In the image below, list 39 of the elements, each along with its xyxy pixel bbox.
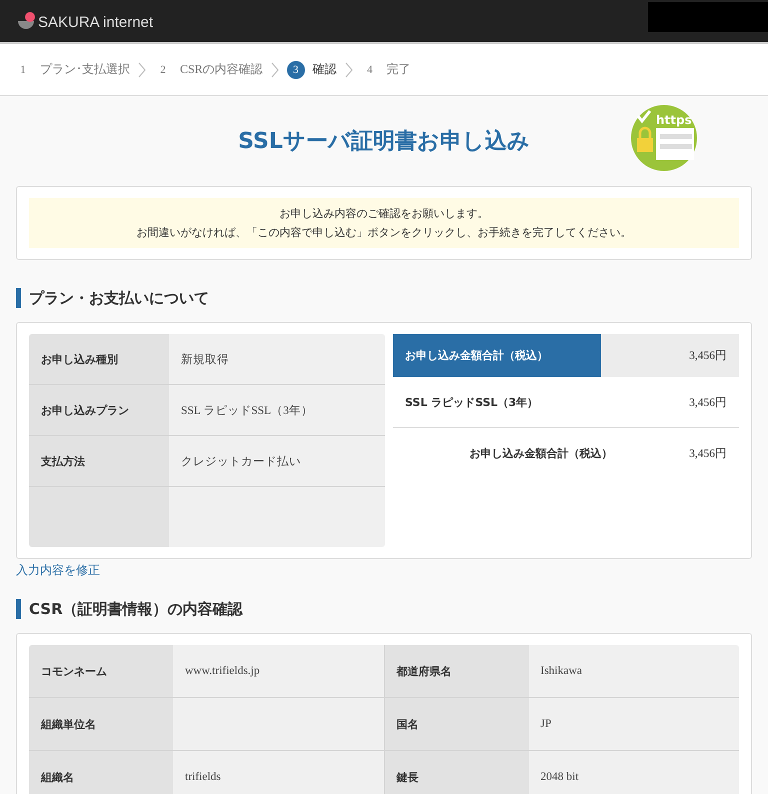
page-title: SSLサーバ証明書お申し込み [238, 128, 530, 156]
section-heading: CSR（証明書情報）の内容確認 [16, 599, 752, 619]
label-cell: 組織名 [29, 751, 173, 794]
step-label: プラン･支払選択 [40, 61, 130, 78]
value-cell: 2048 bit [528, 751, 739, 794]
amount-text: 3,456円 [689, 446, 728, 462]
label-cell: お申し込み種別 [29, 334, 169, 384]
logo-text[interactable]: SAKURA internet [38, 14, 154, 31]
label-cell: お申し込みプラン [29, 385, 169, 435]
value-cell: www.trifields.jp [173, 645, 384, 697]
step-label: 確認 [312, 61, 337, 78]
item-label: SSL ラピッドSSL（3年） [404, 394, 538, 410]
step-number: 1 [19, 62, 27, 78]
total-header: お申し込み金額合計（税込） [393, 334, 601, 377]
label-cell: 組織単位名 [29, 698, 173, 750]
value-cell: SSL ラピッドSSL（3年） [169, 385, 385, 435]
step-number: 2 [159, 62, 167, 78]
https-label: https [656, 113, 692, 127]
label-cell: 都道府県名 [384, 645, 528, 697]
edit-link[interactable]: 入力内容を修正 [16, 562, 100, 579]
step-number: 4 [366, 62, 374, 78]
label-cell: 支払方法 [29, 436, 169, 486]
amount-text: 3,456円 [688, 349, 728, 364]
value-cell: Ishikawa [528, 645, 739, 697]
step-number: 3 [286, 60, 305, 78]
value-cell: trifields [173, 751, 384, 794]
step-label: 完了 [386, 61, 411, 78]
total-label: お申し込み金額合計（税込） [468, 446, 614, 462]
label-cell: コモンネーム [29, 645, 173, 697]
step-label: CSRの内容確認 [180, 61, 263, 78]
label-cell: 国名 [384, 698, 528, 750]
value-cell: JP [528, 698, 739, 750]
notice-text: お間違いがなければ、「この内容で申し込む」ボタンをクリックし、お手続きを完了してください。 [136, 225, 632, 240]
label-cell: 鍵長 [384, 751, 528, 794]
value-cell: クレジットカード払い [169, 436, 385, 486]
section-heading: プラン・お支払いについて [16, 288, 752, 308]
amount-text: 3,456円 [688, 396, 728, 410]
value-cell: 新規取得 [169, 334, 385, 384]
notice-text: お申し込み内容のご確認をお願いします。 [280, 206, 488, 221]
